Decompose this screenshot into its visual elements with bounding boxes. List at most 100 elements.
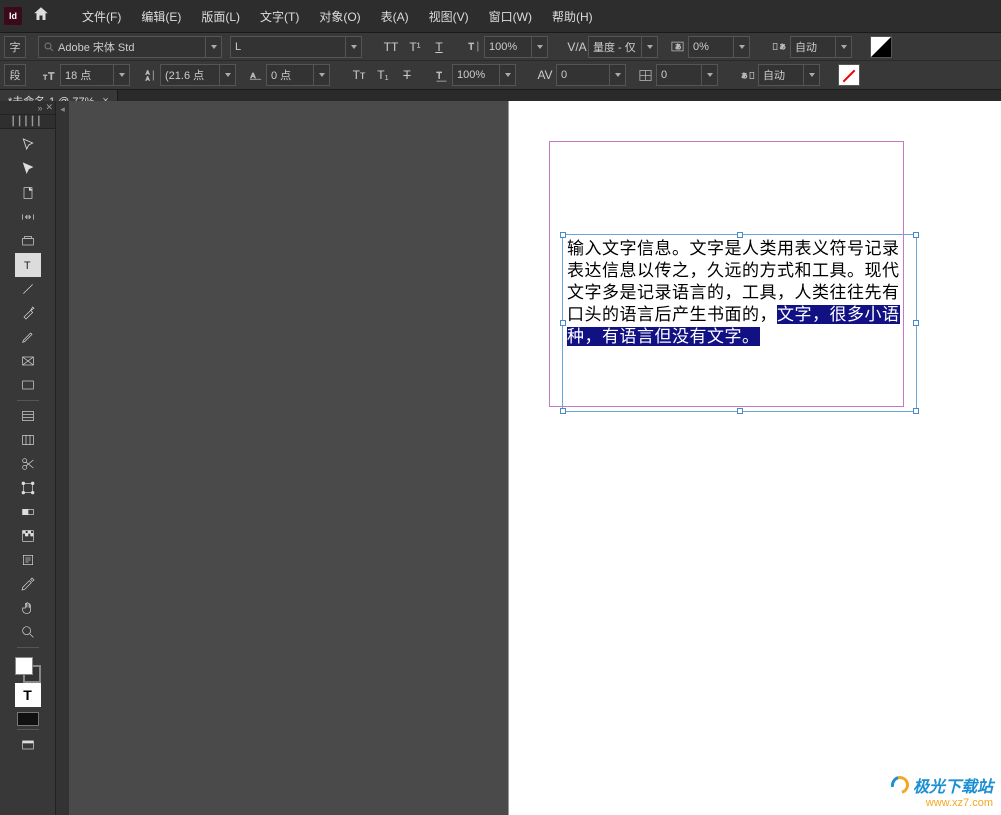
hand-tool[interactable] <box>15 596 41 620</box>
handle-bl[interactable] <box>560 408 566 414</box>
tool-panel: »✕ ┃┃┃┃┃ T <box>0 101 55 815</box>
fontsize-dropdown[interactable] <box>114 64 130 86</box>
tracking-dropdown[interactable] <box>610 64 626 86</box>
font-family-combo[interactable]: Adobe 宋体 Std <box>38 36 206 58</box>
home-icon[interactable] <box>32 5 54 27</box>
text-content[interactable]: 输入文字信息。文字是人类用表义符号记录表达信息以传之，久远的方式和工具。现代文字… <box>567 238 912 348</box>
menu-type[interactable]: 文字(T) <box>250 4 309 29</box>
leading-dropdown[interactable] <box>220 64 236 86</box>
horizontal-grid-tool[interactable] <box>15 404 41 428</box>
svg-text:A: A <box>145 70 149 76</box>
aki-before-dropdown[interactable] <box>836 36 852 58</box>
zoom-tool[interactable] <box>15 620 41 644</box>
allcaps-icon[interactable]: TT <box>380 36 402 58</box>
free-transform-tool[interactable] <box>15 476 41 500</box>
svg-text:T: T <box>48 71 54 82</box>
fill-text-swatch[interactable] <box>870 36 892 58</box>
strikethrough-icon[interactable]: T <box>396 64 418 86</box>
tsume-icon: あ <box>666 36 688 58</box>
gap-tool[interactable] <box>15 205 41 229</box>
gradient-swatch-tool[interactable] <box>15 500 41 524</box>
menu-table[interactable]: 表(A) <box>371 4 419 29</box>
menu-window[interactable]: 窗口(W) <box>479 4 542 29</box>
page-tool[interactable] <box>15 181 41 205</box>
control-bar: 字 Adobe 宋体 Std L TT T¹ T T 100% V/A 量度 -… <box>0 33 1001 90</box>
handle-ml[interactable] <box>560 320 566 326</box>
scissors-tool[interactable] <box>15 452 41 476</box>
char-panel-toggle[interactable]: 字 <box>4 36 26 58</box>
hscale-icon: T <box>430 64 452 86</box>
collapsed-panel-strip[interactable]: ◂ <box>55 101 69 815</box>
rectangle-frame-tool[interactable] <box>15 349 41 373</box>
apply-color-swatch[interactable] <box>17 712 39 726</box>
leading-icon: AA <box>138 64 160 86</box>
vscale-icon: T <box>462 36 484 58</box>
para-panel-toggle[interactable]: 段 <box>4 64 26 86</box>
handle-br[interactable] <box>913 408 919 414</box>
tool-panel-header[interactable]: »✕ <box>0 101 55 115</box>
skew-dropdown[interactable] <box>702 64 718 86</box>
menu-edit[interactable]: 编辑(E) <box>131 4 191 29</box>
selection-tool[interactable] <box>15 133 41 157</box>
aki-before-field[interactable]: 自动 <box>790 36 836 58</box>
handle-tm[interactable] <box>737 232 743 238</box>
menu-view[interactable]: 视图(V) <box>419 4 479 29</box>
stroke-text-swatch[interactable] <box>838 64 860 86</box>
baseline-field[interactable]: 0 点 <box>266 64 314 86</box>
fill-stroke-swatch[interactable] <box>15 657 41 683</box>
tsume-dropdown[interactable] <box>734 36 750 58</box>
vscale-dropdown[interactable] <box>532 36 548 58</box>
aki-after-icon: あ <box>736 64 758 86</box>
subscript-icon[interactable]: T₁ <box>372 64 394 86</box>
pen-tool[interactable] <box>15 301 41 325</box>
menu-layout[interactable]: 版面(L) <box>191 4 250 29</box>
aki-after-field[interactable]: 自动 <box>758 64 804 86</box>
handle-mr[interactable] <box>913 320 919 326</box>
menu-help[interactable]: 帮助(H) <box>542 4 603 29</box>
font-style-combo[interactable]: L <box>230 36 346 58</box>
hscale-dropdown[interactable] <box>500 64 516 86</box>
swirl-icon <box>888 773 913 798</box>
tsume-field[interactable]: 0% <box>688 36 734 58</box>
hscale-field[interactable]: 100% <box>452 64 500 86</box>
tool-panel-grip[interactable]: ┃┃┃┃┃ <box>0 115 55 129</box>
gradient-feather-tool[interactable] <box>15 524 41 548</box>
content-collector-tool[interactable] <box>15 229 41 253</box>
aki-after-dropdown[interactable] <box>804 64 820 86</box>
handle-bm[interactable] <box>737 408 743 414</box>
note-tool[interactable] <box>15 548 41 572</box>
superscript-icon[interactable]: T¹ <box>404 36 426 58</box>
text-frame[interactable]: 输入文字信息。文字是人类用表义符号记录表达信息以传之，久远的方式和工具。现代文字… <box>562 234 917 412</box>
rectangle-tool[interactable] <box>15 373 41 397</box>
pencil-tool[interactable] <box>15 325 41 349</box>
screen-mode-tool[interactable] <box>15 733 41 757</box>
handle-tr[interactable] <box>913 232 919 238</box>
handle-tl[interactable] <box>560 232 566 238</box>
font-family-dropdown[interactable] <box>206 36 222 58</box>
eyedropper-tool[interactable] <box>15 572 41 596</box>
baseline-dropdown[interactable] <box>314 64 330 86</box>
kerning-field[interactable]: 量度 - 仅 <box>588 36 642 58</box>
svg-text:あ: あ <box>675 43 681 51</box>
svg-text:T: T <box>468 42 474 52</box>
document-page[interactable]: 输入文字信息。文字是人类用表义符号记录表达信息以传之，久远的方式和工具。现代文字… <box>509 101 1001 815</box>
tracking-field[interactable]: 0 <box>556 64 610 86</box>
formatting-text-toggle[interactable]: T <box>15 683 41 707</box>
menu-file[interactable]: 文件(F) <box>72 4 131 29</box>
font-style-dropdown[interactable] <box>346 36 362 58</box>
kerning-dropdown[interactable] <box>642 36 658 58</box>
vertical-grid-tool[interactable] <box>15 428 41 452</box>
aki-before-icon: あ <box>768 36 790 58</box>
type-tool[interactable]: T <box>15 253 41 277</box>
underline-icon[interactable]: T <box>428 36 450 58</box>
smallcaps-icon[interactable]: Tᴛ <box>348 64 370 86</box>
canvas[interactable]: 输入文字信息。文字是人类用表义符号记录表达信息以传之，久远的方式和工具。现代文字… <box>69 101 1001 815</box>
line-tool[interactable] <box>15 277 41 301</box>
vscale-field[interactable]: 100% <box>484 36 532 58</box>
margin-guide: 输入文字信息。文字是人类用表义符号记录表达信息以传之，久远的方式和工具。现代文字… <box>549 141 904 407</box>
skew-field[interactable]: 0 <box>656 64 702 86</box>
menu-object[interactable]: 对象(O) <box>309 4 370 29</box>
fontsize-field[interactable]: 18 点 <box>60 64 114 86</box>
direct-selection-tool[interactable] <box>15 157 41 181</box>
leading-field[interactable]: (21.6 点 <box>160 64 220 86</box>
